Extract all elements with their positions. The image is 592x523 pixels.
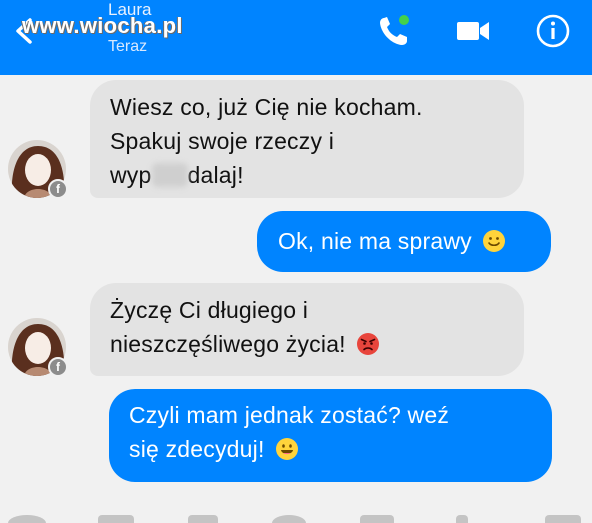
message-text: Wiesz co, już Cię nie kocham. [110, 94, 423, 120]
message-text: Ok, nie ma sprawy [278, 228, 472, 254]
message-text-line: nieszczęśliwego życia! [110, 327, 524, 361]
message-bubble-incoming[interactable]: Wiesz co, już Cię nie kocham. Spakuj swo… [90, 80, 524, 198]
message-text: dalaj! [187, 162, 244, 188]
apps-icon[interactable] [8, 515, 46, 523]
emoji-icon[interactable] [272, 515, 306, 523]
like-icon[interactable] [456, 515, 468, 523]
angry-face-icon [357, 333, 380, 355]
facebook-badge-icon: f [48, 179, 68, 199]
chat-header: Laura Teraz www.wiocha.pl [0, 0, 592, 75]
message-bubble-incoming[interactable]: Życzę Ci długiego i nieszczęśliwego życi… [90, 283, 524, 376]
microphone-icon[interactable] [360, 515, 394, 523]
camera-icon[interactable] [98, 515, 134, 523]
watermark: www.wiocha.pl [22, 13, 183, 38]
facebook-badge-icon: f [48, 357, 68, 377]
contact-avatar[interactable]: f [8, 318, 68, 377]
info-icon[interactable] [535, 13, 571, 49]
composer-toolbar [0, 505, 592, 523]
phone-call-icon[interactable] [376, 13, 412, 49]
message-text-line: wyp dalaj! [110, 158, 506, 192]
contact-status: Teraz [108, 38, 148, 55]
contact-avatar[interactable]: f [8, 140, 68, 199]
message-text: Życzę Ci długiego i [110, 297, 309, 323]
slightly-smiling-face-icon [483, 230, 506, 252]
message-text: wyp [110, 162, 152, 188]
grinning-face-icon [276, 438, 299, 460]
gallery-icon[interactable] [188, 515, 218, 523]
message-bubble-outgoing[interactable]: Czyli mam jednak zostać? weź się zdecydu… [109, 389, 552, 482]
message-text-line: się zdecyduj! [129, 432, 552, 466]
message-text: Spakuj swoje rzeczy i [110, 128, 335, 154]
more-icon[interactable] [545, 515, 581, 523]
message-text: się zdecyduj! [129, 436, 265, 462]
message-text: nieszczęśliwego życia! [110, 331, 346, 357]
censor-blur [151, 163, 188, 187]
video-camera-icon[interactable] [455, 13, 491, 49]
message-text: Czyli mam jednak zostać? weź [129, 402, 450, 428]
message-bubble-outgoing[interactable]: Ok, nie ma sprawy [257, 211, 551, 272]
